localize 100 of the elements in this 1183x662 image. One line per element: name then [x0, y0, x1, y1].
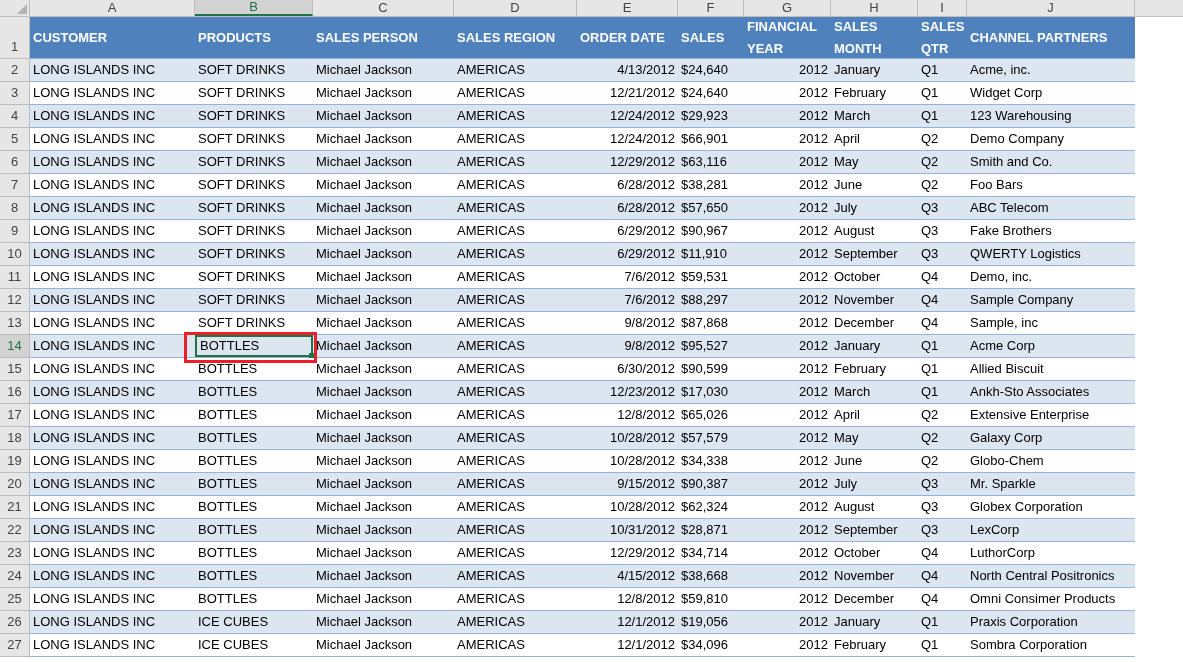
table-cell[interactable]: Michael Jackson	[313, 565, 454, 587]
table-cell[interactable]: Michael Jackson	[313, 105, 454, 127]
table-cell[interactable]: ICE CUBES	[195, 634, 313, 656]
row-number[interactable]: 2	[0, 59, 30, 82]
table-cell[interactable]: $17,030	[678, 381, 744, 403]
table-cell[interactable]: February	[831, 634, 918, 656]
table-cell[interactable]: Q3	[918, 197, 967, 219]
table-cell[interactable]: BOTTLES	[195, 473, 313, 495]
table-cell[interactable]: Q4	[918, 266, 967, 288]
table-cell[interactable]: Michael Jackson	[313, 588, 454, 610]
row-number[interactable]: 22	[0, 519, 30, 542]
table-cell[interactable]: SOFT DRINKS	[195, 82, 313, 104]
table-cell[interactable]: Q3	[918, 519, 967, 541]
table-cell[interactable]: July	[831, 473, 918, 495]
table-cell[interactable]: LONG ISLANDS INC	[30, 427, 195, 449]
table-cell[interactable]: BOTTLES	[195, 358, 313, 380]
table-cell[interactable]: Q1	[918, 82, 967, 104]
table-cell[interactable]: AMERICAS	[454, 220, 577, 242]
table-cell[interactable]: SOFT DRINKS	[195, 105, 313, 127]
row-number[interactable]: 17	[0, 404, 30, 427]
table-cell[interactable]: Michael Jackson	[313, 335, 454, 357]
table-cell[interactable]: 12/1/2012	[577, 611, 678, 633]
row-number[interactable]: 27	[0, 634, 30, 657]
table-cell[interactable]: LONG ISLANDS INC	[30, 312, 195, 334]
table-cell[interactable]: Michael Jackson	[313, 312, 454, 334]
table-cell[interactable]: January	[831, 611, 918, 633]
table-cell[interactable]: Q3	[918, 473, 967, 495]
table-cell[interactable]: Q2	[918, 174, 967, 196]
table-cell[interactable]: LONG ISLANDS INC	[30, 381, 195, 403]
table-cell[interactable]: 2012	[744, 542, 831, 564]
table-cell[interactable]: BOTTLES	[195, 381, 313, 403]
table-cell[interactable]: Q2	[918, 404, 967, 426]
table-cell[interactable]: Extensive Enterprise	[967, 404, 1135, 426]
column-header[interactable]: G	[744, 0, 831, 16]
table-cell[interactable]: 12/24/2012	[577, 128, 678, 150]
table-cell[interactable]: Smith and Co.	[967, 151, 1135, 173]
table-cell[interactable]: SOFT DRINKS	[195, 266, 313, 288]
table-cell[interactable]: 6/28/2012	[577, 197, 678, 219]
table-cell[interactable]: October	[831, 542, 918, 564]
row-number[interactable]: 6	[0, 151, 30, 174]
table-cell[interactable]: 2012	[744, 220, 831, 242]
table-cell[interactable]: 10/28/2012	[577, 450, 678, 472]
table-cell[interactable]: AMERICAS	[454, 588, 577, 610]
table-cell[interactable]: AMERICAS	[454, 266, 577, 288]
active-cell[interactable]: BOTTLES	[195, 335, 313, 357]
table-cell[interactable]: LONG ISLANDS INC	[30, 542, 195, 564]
table-cell[interactable]: 12/8/2012	[577, 404, 678, 426]
column-header[interactable]: B	[195, 0, 313, 16]
table-cell[interactable]: LONG ISLANDS INC	[30, 404, 195, 426]
table-cell[interactable]: May	[831, 427, 918, 449]
table-cell[interactable]: $34,096	[678, 634, 744, 656]
table-cell[interactable]: 10/28/2012	[577, 496, 678, 518]
table-cell[interactable]: Q1	[918, 611, 967, 633]
row-number[interactable]: 16	[0, 381, 30, 404]
table-cell[interactable]: 12/1/2012	[577, 634, 678, 656]
table-cell[interactable]: BOTTLES	[195, 427, 313, 449]
table-cell[interactable]: 9/8/2012	[577, 335, 678, 357]
table-cell[interactable]: Q1	[918, 59, 967, 81]
table-cell[interactable]: Globex Corporation	[967, 496, 1135, 518]
column-header[interactable]: E	[577, 0, 678, 16]
row-number[interactable]: 15	[0, 358, 30, 381]
table-cell[interactable]: 2012	[744, 450, 831, 472]
table-cell[interactable]: Q4	[918, 565, 967, 587]
table-cell[interactable]: Michael Jackson	[313, 542, 454, 564]
table-cell[interactable]: 6/30/2012	[577, 358, 678, 380]
table-cell[interactable]: LONG ISLANDS INC	[30, 335, 195, 357]
table-cell[interactable]: $11,910	[678, 243, 744, 265]
table-cell[interactable]: Michael Jackson	[313, 450, 454, 472]
table-cell[interactable]: 12/29/2012	[577, 542, 678, 564]
table-cell[interactable]: $38,668	[678, 565, 744, 587]
table-cell[interactable]: SOFT DRINKS	[195, 174, 313, 196]
table-cell[interactable]: Acme Corp	[967, 335, 1135, 357]
column-header[interactable]: C	[313, 0, 454, 16]
table-cell[interactable]: Michael Jackson	[313, 381, 454, 403]
table-cell[interactable]: December	[831, 312, 918, 334]
table-cell[interactable]: Q4	[918, 289, 967, 311]
table-cell[interactable]: 123 Warehousing	[967, 105, 1135, 127]
table-cell[interactable]: Ankh-Sto Associates	[967, 381, 1135, 403]
table-cell[interactable]: 2012	[744, 496, 831, 518]
table-cell[interactable]: LONG ISLANDS INC	[30, 565, 195, 587]
table-cell[interactable]: 6/29/2012	[577, 243, 678, 265]
row-number[interactable]: 19	[0, 450, 30, 473]
table-cell[interactable]: 12/21/2012	[577, 82, 678, 104]
table-cell[interactable]: AMERICAS	[454, 404, 577, 426]
table-cell[interactable]: Q3	[918, 496, 967, 518]
table-cell[interactable]: SOFT DRINKS	[195, 243, 313, 265]
table-cell[interactable]: 2012	[744, 312, 831, 334]
table-cell[interactable]: Michael Jackson	[313, 634, 454, 656]
table-cell[interactable]: 9/8/2012	[577, 312, 678, 334]
table-cell[interactable]: SOFT DRINKS	[195, 197, 313, 219]
table-cell[interactable]: September	[831, 243, 918, 265]
table-cell[interactable]: Q4	[918, 542, 967, 564]
table-cell[interactable]: 2012	[744, 289, 831, 311]
table-cell[interactable]: 10/28/2012	[577, 427, 678, 449]
table-cell[interactable]: April	[831, 404, 918, 426]
table-cell[interactable]: June	[831, 450, 918, 472]
row-number[interactable]: 10	[0, 243, 30, 266]
table-cell[interactable]: 2012	[744, 611, 831, 633]
table-cell[interactable]: Michael Jackson	[313, 496, 454, 518]
table-cell[interactable]: 2012	[744, 381, 831, 403]
